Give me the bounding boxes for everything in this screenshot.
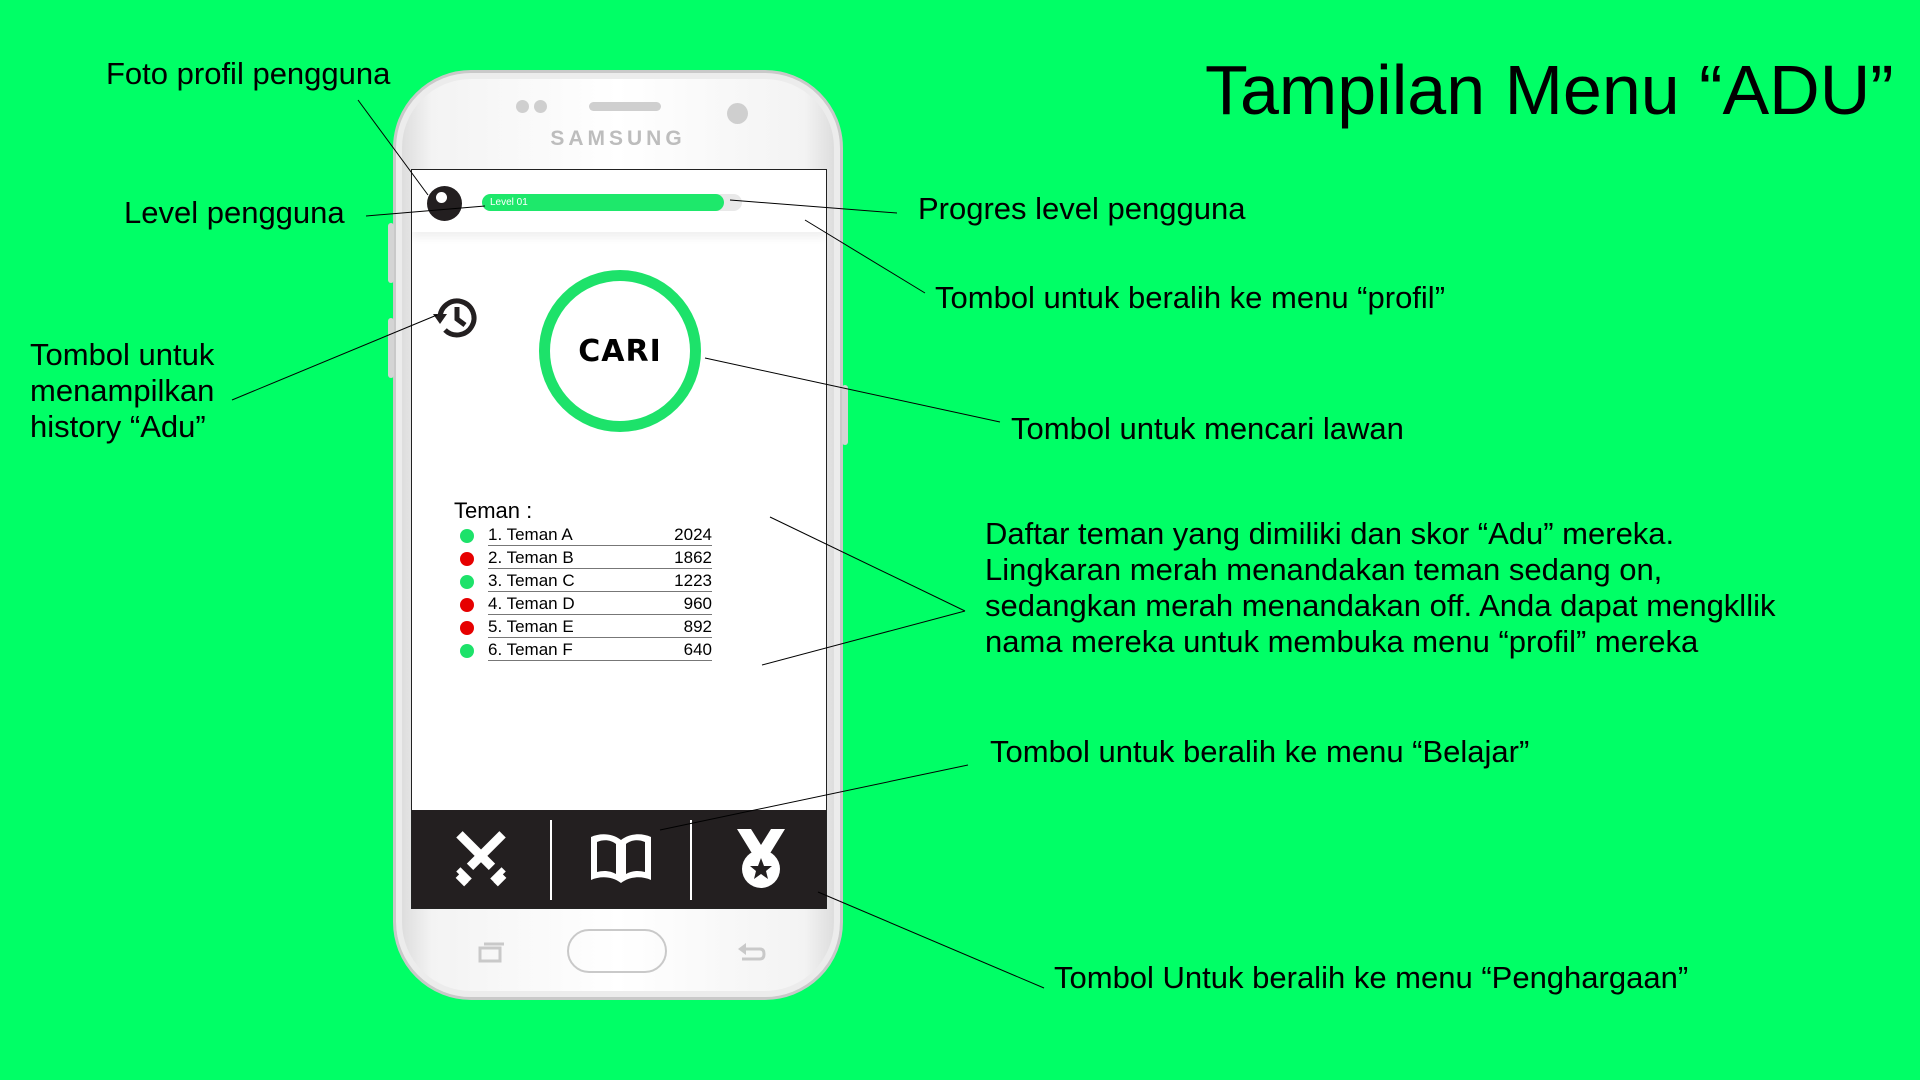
leader-line-history <box>231 314 438 401</box>
leader-line-progres <box>729 199 898 214</box>
leader-line-profil <box>804 219 926 294</box>
leader-line-penghargaan <box>817 891 1045 989</box>
leader-line-cari <box>704 357 1001 423</box>
leader-line-belajar <box>659 764 969 831</box>
leader-line-friends-top <box>769 516 966 612</box>
leader-line-level <box>365 205 486 217</box>
leader-line-friends-bottom <box>761 610 966 666</box>
leader-line-foto <box>357 99 429 196</box>
leader-lines <box>231 99 1045 989</box>
